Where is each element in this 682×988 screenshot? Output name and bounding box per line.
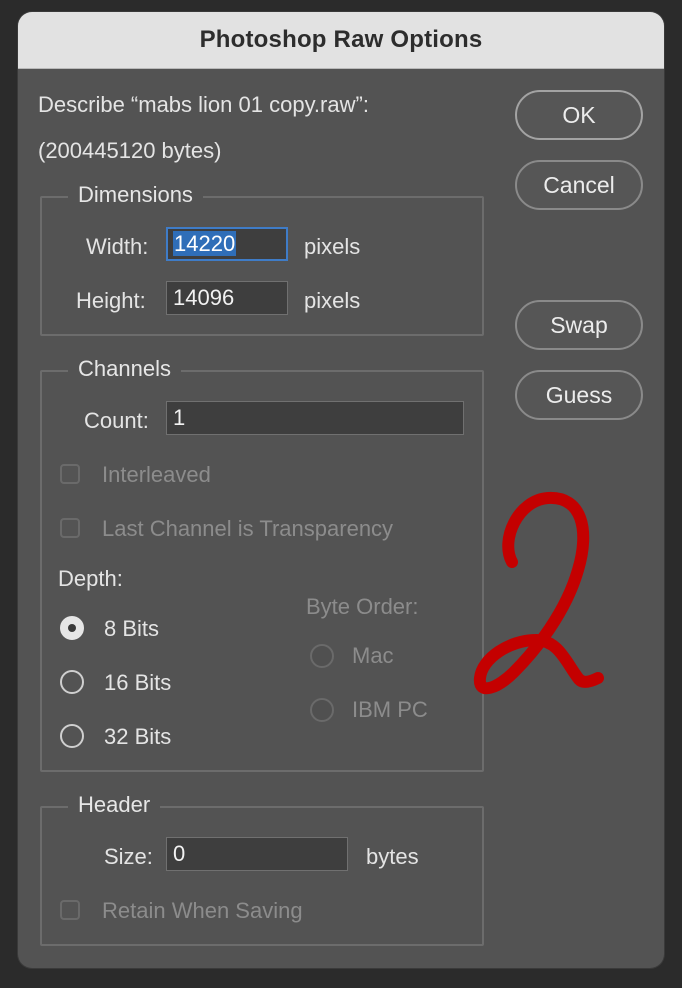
- interleaved-checkbox[interactable]: [60, 464, 80, 484]
- byte-order-ibmpc-label: IBM PC: [352, 697, 428, 722]
- dialog-title: Photoshop Raw Options: [199, 26, 483, 53]
- depth-label: Depth:: [58, 566, 123, 591]
- depth-32-radio[interactable]: [60, 724, 84, 748]
- transparency-label: Last Channel is Transparency: [102, 516, 394, 541]
- file-size-label: (200445120 bytes): [38, 138, 222, 163]
- interleaved-label: Interleaved: [102, 462, 211, 487]
- height-unit: pixels: [304, 288, 361, 313]
- count-value: 1: [173, 405, 186, 430]
- height-label: Height:: [76, 288, 146, 313]
- describe-file-label: Describe “mabs lion 01 copy.raw”:: [38, 92, 369, 117]
- height-value: 14096: [173, 285, 235, 310]
- ok-button[interactable]: OK: [515, 90, 643, 140]
- screen: Photoshop Raw Options Describe “mabs lio…: [0, 0, 682, 988]
- count-input[interactable]: 1: [166, 401, 464, 435]
- header-size-value: 0: [173, 841, 186, 866]
- retain-label: Retain When Saving: [102, 898, 303, 923]
- height-input[interactable]: 14096: [166, 281, 288, 315]
- header-size-label: Size:: [104, 844, 153, 869]
- depth-32-label: 32 Bits: [104, 724, 172, 749]
- byte-order-mac-radio[interactable]: [310, 644, 334, 668]
- retain-checkbox[interactable]: [60, 900, 80, 920]
- transparency-checkbox[interactable]: [60, 518, 80, 538]
- depth-16-label: 16 Bits: [104, 670, 172, 695]
- cancel-button[interactable]: Cancel: [515, 160, 643, 210]
- channels-legend: Channels: [68, 356, 181, 382]
- byte-order-label: Byte Order:: [306, 594, 419, 619]
- swap-button[interactable]: Swap: [515, 300, 643, 350]
- depth-16-radio[interactable]: [60, 670, 84, 694]
- dimensions-group: [40, 196, 484, 336]
- width-label: Width:: [86, 234, 149, 259]
- depth-8-radio[interactable]: [60, 616, 84, 640]
- title-bar[interactable]: Photoshop Raw Options: [18, 12, 664, 69]
- dimensions-legend: Dimensions: [68, 182, 203, 208]
- guess-button[interactable]: Guess: [515, 370, 643, 420]
- raw-options-dialog: Photoshop Raw Options Describe “mabs lio…: [18, 12, 664, 968]
- width-value: 14220: [173, 231, 237, 256]
- count-label: Count:: [84, 408, 149, 433]
- header-legend: Header: [68, 792, 161, 818]
- width-input[interactable]: 14220: [166, 227, 288, 261]
- header-size-unit: bytes: [366, 844, 419, 869]
- byte-order-ibmpc-radio[interactable]: [310, 698, 334, 722]
- byte-order-mac-label: Mac: [352, 643, 394, 668]
- header-size-input[interactable]: 0: [166, 837, 348, 871]
- header-group: [40, 806, 484, 946]
- depth-8-label: 8 Bits: [104, 616, 160, 641]
- width-unit: pixels: [304, 234, 361, 259]
